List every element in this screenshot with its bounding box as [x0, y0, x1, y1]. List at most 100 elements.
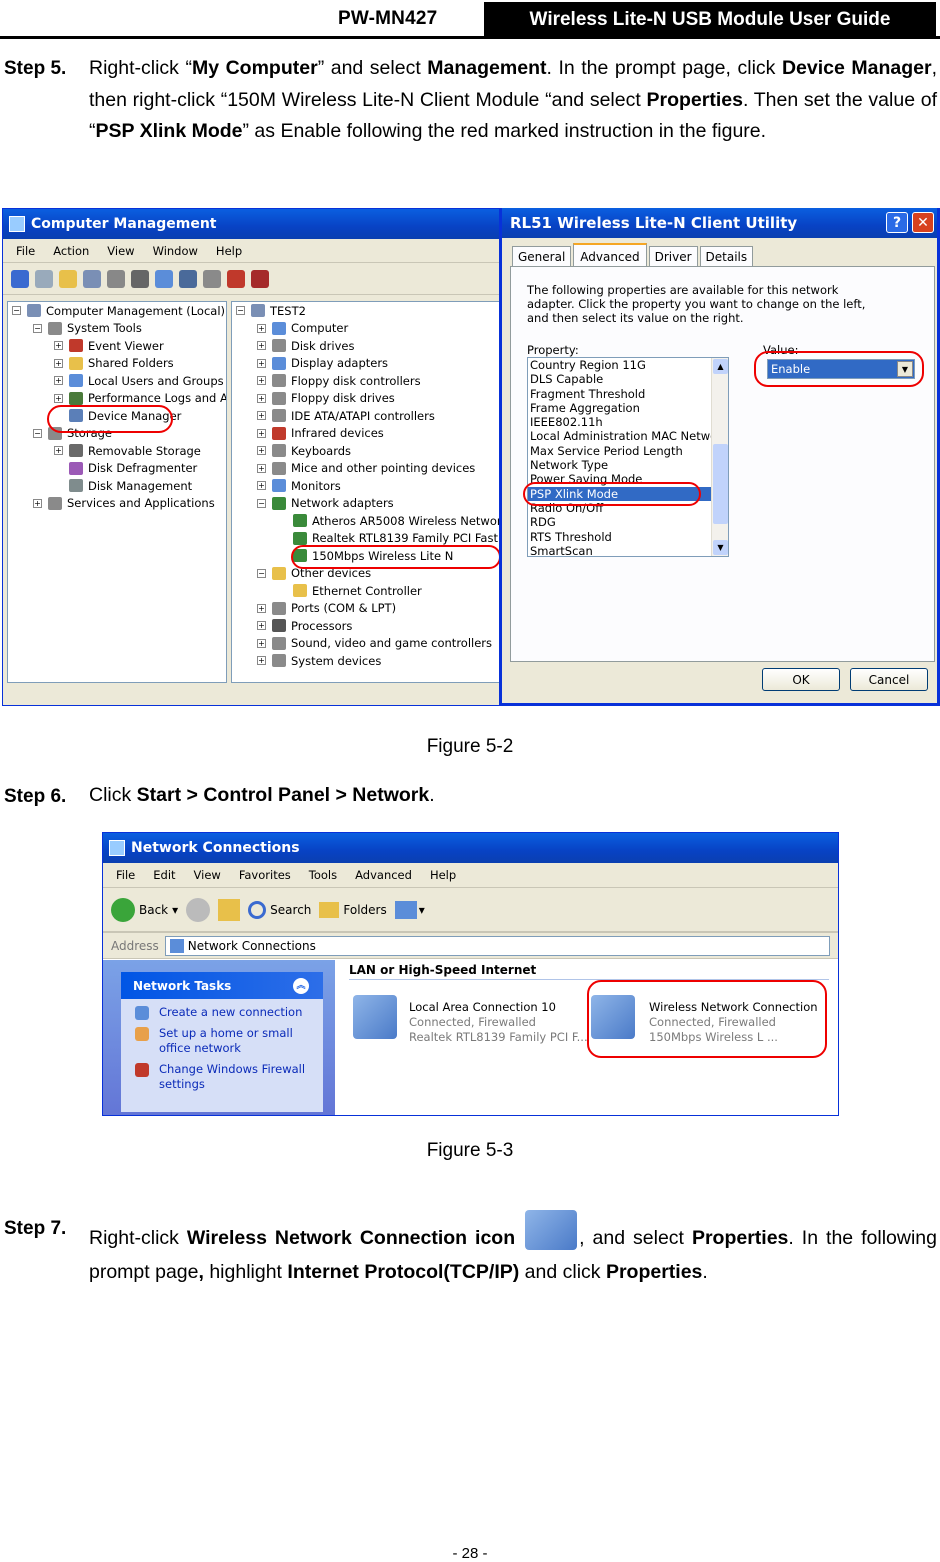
- task-firewall[interactable]: Change Windows Firewall settings: [121, 1062, 311, 1092]
- tree-item[interactable]: + Floppy disk controllers: [232, 372, 500, 390]
- expand-toggle-icon[interactable]: +: [257, 603, 266, 613]
- task-create-connection[interactable]: Create a new connection: [121, 1005, 311, 1020]
- tree-item[interactable]: + Processors: [232, 617, 500, 635]
- expand-toggle-icon[interactable]: +: [257, 428, 266, 438]
- expand-toggle-icon[interactable]: +: [54, 341, 63, 351]
- tree-item[interactable]: + Infrared devices: [232, 425, 500, 443]
- scroll-down-icon[interactable]: ▼: [713, 540, 728, 555]
- close-button[interactable]: ✕: [912, 212, 934, 233]
- help-icon[interactable]: [155, 269, 173, 288]
- tree-item[interactable]: + Computer: [232, 320, 500, 338]
- tree-item[interactable]: − Network adapters: [232, 495, 500, 513]
- tree-item[interactable]: + Services and Applications: [8, 495, 226, 513]
- menu-tools[interactable]: Tools: [302, 868, 344, 882]
- show-tree-icon[interactable]: [83, 269, 101, 288]
- print-icon[interactable]: [131, 269, 149, 288]
- property-item[interactable]: Network Type: [528, 458, 728, 472]
- tree-item[interactable]: + System devices: [232, 652, 500, 670]
- expand-toggle-icon[interactable]: −: [12, 306, 21, 316]
- expand-toggle-icon[interactable]: +: [257, 323, 266, 333]
- ok-button[interactable]: OK: [762, 668, 840, 691]
- menu-view[interactable]: View: [100, 244, 141, 258]
- expand-toggle-icon[interactable]: +: [33, 498, 42, 508]
- expand-toggle-icon[interactable]: −: [33, 323, 42, 333]
- scroll-up-icon[interactable]: ▲: [713, 359, 728, 374]
- lan-connection-icon[interactable]: [353, 995, 397, 1039]
- property-item[interactable]: Fragment Threshold: [528, 387, 728, 401]
- expand-toggle-icon[interactable]: +: [257, 656, 266, 666]
- menu-edit[interactable]: Edit: [146, 868, 182, 882]
- tree-item[interactable]: − Computer Management (Local): [8, 302, 226, 320]
- disable-icon[interactable]: [251, 269, 269, 288]
- views-button[interactable]: ▾: [394, 900, 425, 919]
- property-item[interactable]: Frame Aggregation: [528, 401, 728, 415]
- tree-item[interactable]: + Display adapters: [232, 355, 500, 373]
- forward-arrow-icon[interactable]: [35, 269, 53, 288]
- tree-item[interactable]: + Floppy disk drives: [232, 390, 500, 408]
- expand-toggle-icon[interactable]: +: [257, 411, 266, 421]
- property-scrollbar[interactable]: ▲ ▼: [711, 358, 728, 556]
- search-button[interactable]: Search: [248, 900, 311, 919]
- uninstall-icon[interactable]: [227, 269, 245, 288]
- expand-toggle-icon[interactable]: −: [257, 498, 266, 508]
- scan-icon[interactable]: [179, 269, 197, 288]
- expand-toggle-icon[interactable]: +: [257, 341, 266, 351]
- menu-file[interactable]: File: [9, 244, 42, 258]
- cancel-button[interactable]: Cancel: [850, 668, 928, 691]
- expand-toggle-icon[interactable]: +: [257, 376, 266, 386]
- help-button[interactable]: ?: [886, 212, 908, 233]
- menu-window[interactable]: Window: [146, 244, 205, 258]
- expand-toggle-icon[interactable]: +: [54, 393, 63, 403]
- tree-item[interactable]: + Keyboards: [232, 442, 500, 460]
- property-item[interactable]: RDG: [528, 515, 728, 529]
- menu-favorites[interactable]: Favorites: [232, 868, 298, 882]
- expand-toggle-icon[interactable]: +: [257, 621, 266, 631]
- tree-item[interactable]: + Disk drives: [232, 337, 500, 355]
- property-item[interactable]: RTS Threshold: [528, 530, 728, 544]
- expand-toggle-icon[interactable]: +: [257, 393, 266, 403]
- tree-item[interactable]: − System Tools: [8, 320, 226, 338]
- tree-item[interactable]: Ethernet Controller: [232, 582, 500, 600]
- properties-icon[interactable]: [107, 269, 125, 288]
- scroll-thumb[interactable]: [713, 444, 728, 524]
- property-item[interactable]: IEEE802.11h: [528, 415, 728, 429]
- expand-toggle-icon[interactable]: −: [33, 428, 42, 438]
- address-input[interactable]: Network Connections: [164, 935, 830, 956]
- collapse-icon[interactable]: ︽: [293, 977, 309, 994]
- up-folder-icon[interactable]: [218, 898, 241, 921]
- expand-toggle-icon[interactable]: +: [257, 358, 266, 368]
- forward-arrow-icon[interactable]: [186, 897, 211, 922]
- tree-item[interactable]: + Ports (COM & LPT): [232, 600, 500, 618]
- tree-item[interactable]: + Mice and other pointing devices: [232, 460, 500, 478]
- tree-item[interactable]: + Local Users and Groups: [8, 372, 226, 390]
- expand-toggle-icon[interactable]: +: [54, 376, 63, 386]
- tree-item[interactable]: − TEST2: [232, 302, 500, 320]
- menu-file[interactable]: File: [109, 868, 142, 882]
- expand-toggle-icon[interactable]: +: [257, 463, 266, 473]
- property-item[interactable]: Local Administration MAC Network: [528, 429, 728, 443]
- update-driver-icon[interactable]: [203, 269, 221, 288]
- back-button[interactable]: Back ▾: [111, 897, 178, 922]
- expand-toggle-icon[interactable]: +: [257, 481, 266, 491]
- property-list[interactable]: Country Region 11G DLS Capable Fragment Th…: [527, 357, 729, 557]
- menu-action[interactable]: Action: [46, 244, 96, 258]
- property-item[interactable]: SmartScan: [528, 544, 728, 556]
- menu-help[interactable]: Help: [209, 244, 249, 258]
- menu-help[interactable]: Help: [423, 868, 463, 882]
- network-tasks-header[interactable]: Network Tasks ︽: [121, 972, 323, 999]
- menu-advanced[interactable]: Advanced: [348, 868, 419, 882]
- menu-view[interactable]: View: [187, 868, 228, 882]
- task-home-network[interactable]: Set up a home or small office network: [121, 1026, 311, 1056]
- tree-item[interactable]: + Event Viewer: [8, 337, 226, 355]
- tree-item[interactable]: + Removable Storage: [8, 442, 226, 460]
- tree-item[interactable]: + Shared Folders: [8, 355, 226, 373]
- expand-toggle-icon[interactable]: −: [257, 568, 266, 578]
- expand-toggle-icon[interactable]: −: [236, 306, 245, 316]
- expand-toggle-icon[interactable]: +: [54, 358, 63, 368]
- property-item[interactable]: Country Region 11G: [528, 358, 728, 372]
- expand-toggle-icon[interactable]: +: [257, 638, 266, 648]
- expand-toggle-icon[interactable]: +: [257, 446, 266, 456]
- folders-button[interactable]: Folders: [319, 901, 387, 918]
- tree-item[interactable]: Disk Defragmenter: [8, 460, 226, 478]
- property-item[interactable]: DLS Capable: [528, 372, 728, 386]
